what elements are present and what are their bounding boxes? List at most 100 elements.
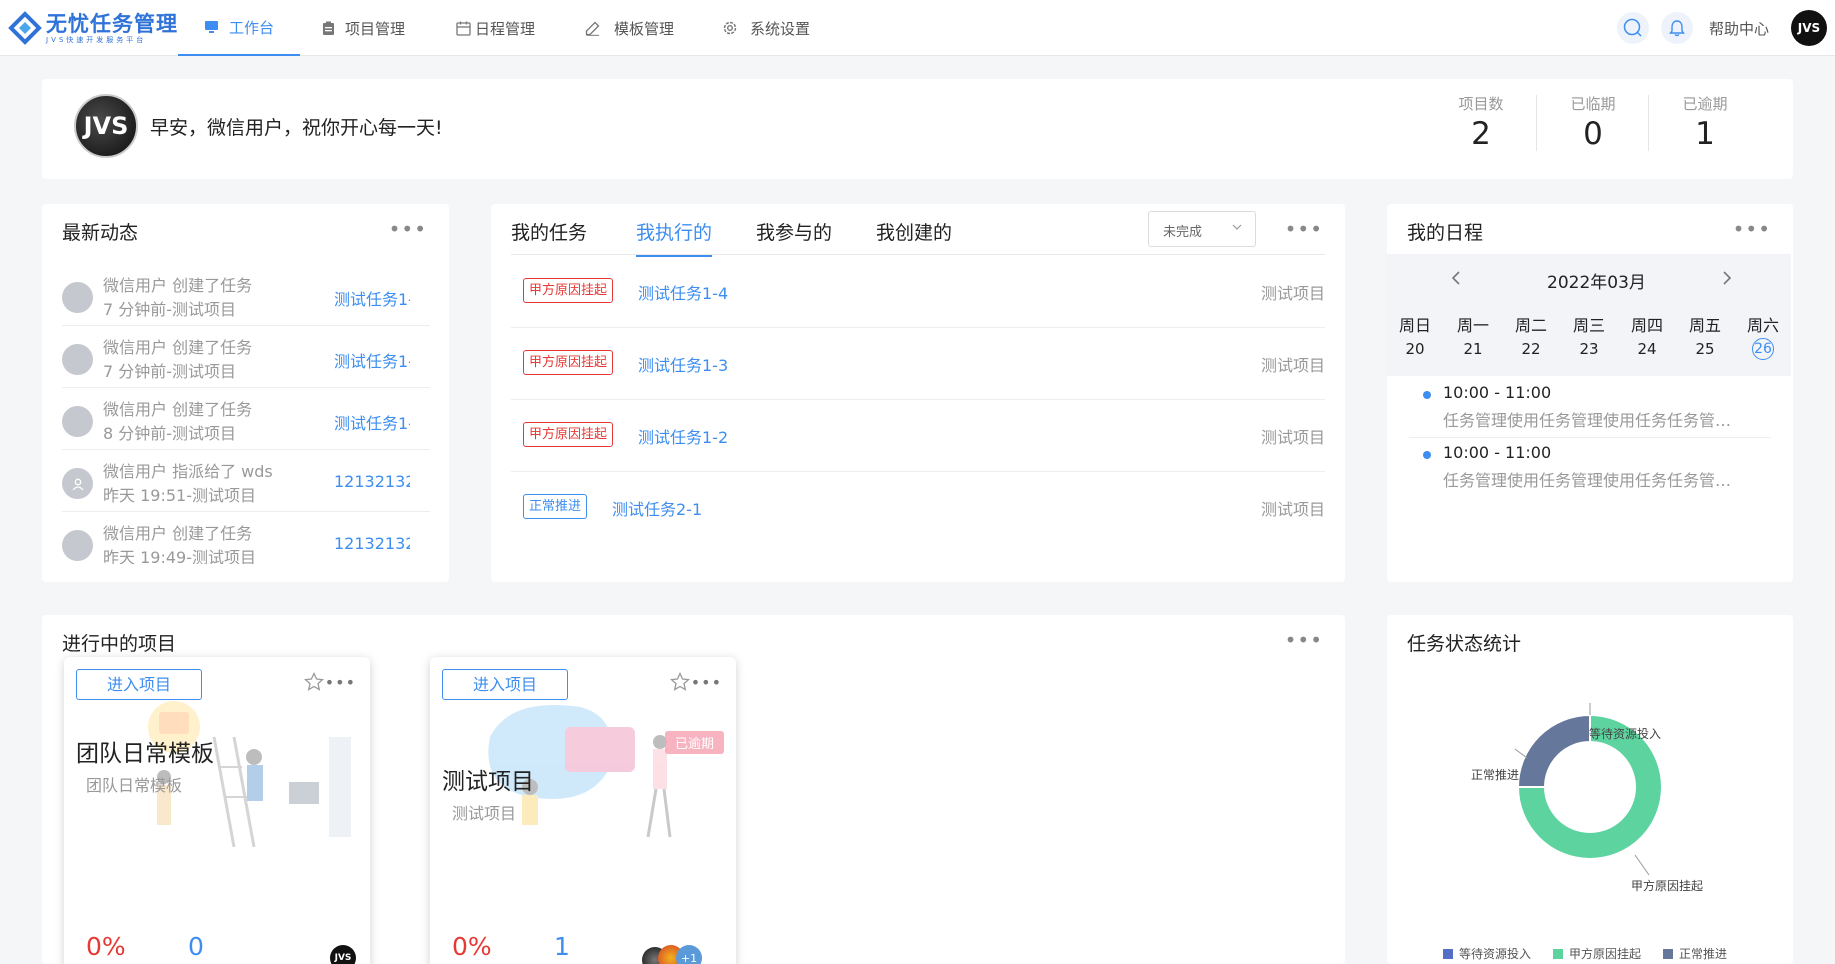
donut-slice-label: 等待资源投入 — [1589, 727, 1662, 741]
schedule-event[interactable]: 10:00 - 11:00 任务管理使用任务管理使用任务任务管理使用任务管理 — [1409, 378, 1771, 438]
calendar-date[interactable]: 22 — [1506, 340, 1556, 358]
chevron-right-icon[interactable] — [1720, 270, 1734, 290]
stat-near-due[interactable]: 已临期 0 — [1537, 93, 1649, 152]
table-row[interactable]: 甲方原因挂起 测试任务1-3 测试项目 — [511, 328, 1325, 400]
table-row[interactable]: 甲方原因挂起 测试任务1-4 测试项目 — [511, 256, 1325, 328]
more-icon[interactable]: ••• — [389, 219, 427, 239]
event-dot — [1423, 451, 1431, 459]
status-badge: 甲方原因挂起 — [523, 350, 614, 375]
weekday-label: 周四 — [1630, 316, 1663, 335]
enter-project-button[interactable]: 进入项目 — [442, 669, 568, 700]
chevron-left-icon[interactable] — [1449, 270, 1463, 290]
task-link[interactable]: 测试任务1-3 — [334, 348, 410, 372]
task-count: 1 — [554, 932, 570, 961]
project-name: 测试项目 — [442, 769, 534, 795]
nav-templates[interactable]: 模板管理 — [585, 0, 674, 56]
table-row[interactable]: 正常推进 测试任务2-1 测试项目 — [511, 472, 1325, 544]
star-icon[interactable] — [303, 671, 325, 696]
legend-label: 等待资源投入 — [1459, 947, 1532, 961]
my-tasks-card: 我的任务 我执行的 我参与的 我创建的 未完成 ••• 甲方原因挂起 测试任务1… — [491, 204, 1345, 582]
task-link[interactable]: 测试任务1-4 — [334, 286, 410, 310]
calendar-date[interactable]: 24 — [1622, 340, 1672, 358]
profile-avatar[interactable]: JVS — [74, 94, 138, 158]
task-project: 测试项目 — [1260, 356, 1325, 375]
stat-overdue[interactable]: 已逾期 1 — [1649, 93, 1761, 152]
activity-text: 微信用户 创建了任务 — [103, 338, 253, 357]
legend-swatch — [1553, 949, 1564, 959]
calendar-month: 2022年03月 — [1547, 273, 1646, 293]
card-title: 进行中的项目 — [62, 633, 177, 655]
project-card[interactable]: 进入项目 ••• 已逾期 测试项目 测试项目 0% 1 +1 — [430, 657, 736, 964]
clipboard-icon — [322, 21, 335, 36]
latest-activity-card: 最新动态 ••• 微信用户 创建了任务 7 分钟前-测试项目 测试任务1-4 微… — [42, 204, 449, 582]
help-center-link[interactable]: 帮助中心 — [1709, 18, 1769, 39]
more-icon[interactable]: ••• — [1285, 219, 1323, 239]
stat-value: 0 — [1583, 116, 1603, 152]
more-icon[interactable]: ••• — [691, 673, 722, 692]
status-filter-select[interactable]: 未完成 — [1148, 211, 1256, 247]
activity-text: 微信用户 创建了任务 — [103, 400, 253, 419]
activity-meta: 昨天 19:49-测试项目 — [103, 548, 256, 564]
search-button[interactable] — [1616, 12, 1649, 44]
notification-button[interactable] — [1660, 12, 1693, 44]
tab-created[interactable]: 我创建的 — [876, 218, 952, 255]
task-link[interactable]: 12132132 — [334, 534, 410, 553]
task-link[interactable]: 测试任务1-2 — [334, 410, 410, 434]
schedule-event[interactable]: 10:00 - 11:00 任务管理使用任务管理使用任务任务管理使用任务管理 — [1409, 438, 1771, 498]
calendar-date[interactable]: 25 — [1680, 340, 1730, 358]
avatar — [62, 282, 93, 313]
nav-settings[interactable]: 系统设置 — [722, 0, 810, 56]
calendar-date-today[interactable]: 26 — [1738, 338, 1788, 360]
brand-subtitle: JVS快速开发服务平台 — [46, 35, 147, 44]
event-desc: 任务管理使用任务管理使用任务任务管理使用任务管理 — [1443, 411, 1743, 430]
calendar-date[interactable]: 21 — [1448, 340, 1498, 358]
card-title: 我的日程 — [1407, 222, 1484, 244]
calendar-date[interactable]: 23 — [1564, 340, 1614, 358]
status-badge: 正常推进 — [523, 494, 588, 519]
legend-item[interactable]: 正常推进 — [1663, 945, 1727, 962]
tab-executing[interactable]: 我执行的 — [636, 218, 713, 257]
more-icon[interactable]: ••• — [1733, 219, 1771, 239]
status-donut-chart[interactable] — [1387, 675, 1793, 935]
task-link[interactable]: 12132132 — [334, 472, 410, 491]
legend-swatch — [1663, 949, 1674, 959]
activity-meta: 7 分钟前-测试项目 — [103, 362, 237, 381]
user-avatar[interactable]: JVS — [1791, 10, 1827, 46]
welcome-card: JVS 早安，微信用户，祝你开心每一天! 项目数 2 已临期 0 已逾期 1 — [42, 79, 1793, 179]
activity-text: 微信用户 创建了任务 — [103, 524, 253, 543]
task-name-link[interactable]: 测试任务1-4 — [638, 280, 728, 304]
table-row[interactable]: 甲方原因挂起 测试任务1-2 测试项目 — [511, 400, 1325, 472]
calendar-date[interactable]: 20 — [1390, 340, 1440, 358]
brand-logo[interactable]: 无忧任务管理 JVS快速开发服务平台 — [8, 8, 178, 48]
more-icon[interactable]: ••• — [1285, 630, 1323, 650]
nav-label: 模板管理 — [614, 19, 675, 38]
task-name-link[interactable]: 测试任务1-3 — [638, 352, 728, 376]
enter-project-button[interactable]: 进入项目 — [76, 669, 202, 700]
nav-projects[interactable]: 项目管理 — [322, 0, 405, 56]
task-name-link[interactable]: 测试任务2-1 — [612, 496, 702, 520]
list-item: 微信用户 创建了任务 7 分钟前-测试项目 测试任务1-4 — [62, 264, 430, 326]
task-name-link[interactable]: 测试任务1-2 — [638, 424, 728, 448]
avatar — [62, 530, 93, 561]
nav-workbench[interactable]: 工作台 — [178, 0, 300, 56]
star-icon[interactable] — [669, 671, 691, 696]
calendar-week: 2022年03月 周日 周一 周二 周三 周四 周五 周六 20 21 22 2… — [1387, 254, 1791, 376]
donut-slice[interactable] — [1516, 713, 1591, 788]
project-card[interactable]: 进入项目 ••• 团队日常模板 团队日常模板 0% 0 JVS — [64, 657, 370, 964]
stat-project-count[interactable]: 项目数 2 — [1425, 93, 1537, 152]
legend-item[interactable]: 甲方原因挂起 — [1553, 945, 1641, 962]
activity-list[interactable]: 微信用户 创建了任务 7 分钟前-测试项目 测试任务1-4 微信用户 创建了任务… — [42, 264, 449, 564]
legend-label: 正常推进 — [1679, 947, 1728, 961]
legend-item[interactable]: 等待资源投入 — [1443, 945, 1531, 962]
ongoing-projects-card: 进行中的项目 ••• 进入项目 ••• 团队日常模板 团队日常模板 0% 0 J… — [42, 615, 1345, 964]
greeting-text: 早安，微信用户，祝你开心每一天! — [150, 117, 443, 139]
more-icon[interactable]: ••• — [325, 673, 356, 692]
nav-label: 日程管理 — [475, 19, 536, 38]
card-title: 我的任务 — [511, 222, 588, 244]
weekday-label: 周六 — [1746, 316, 1779, 335]
brand-title: 无忧任务管理 — [46, 11, 178, 36]
tab-participating[interactable]: 我参与的 — [756, 218, 832, 255]
nav-schedule[interactable]: 日程管理 — [456, 0, 535, 56]
weekday-label: 周二 — [1514, 316, 1547, 335]
nav-label: 工作台 — [228, 18, 274, 37]
